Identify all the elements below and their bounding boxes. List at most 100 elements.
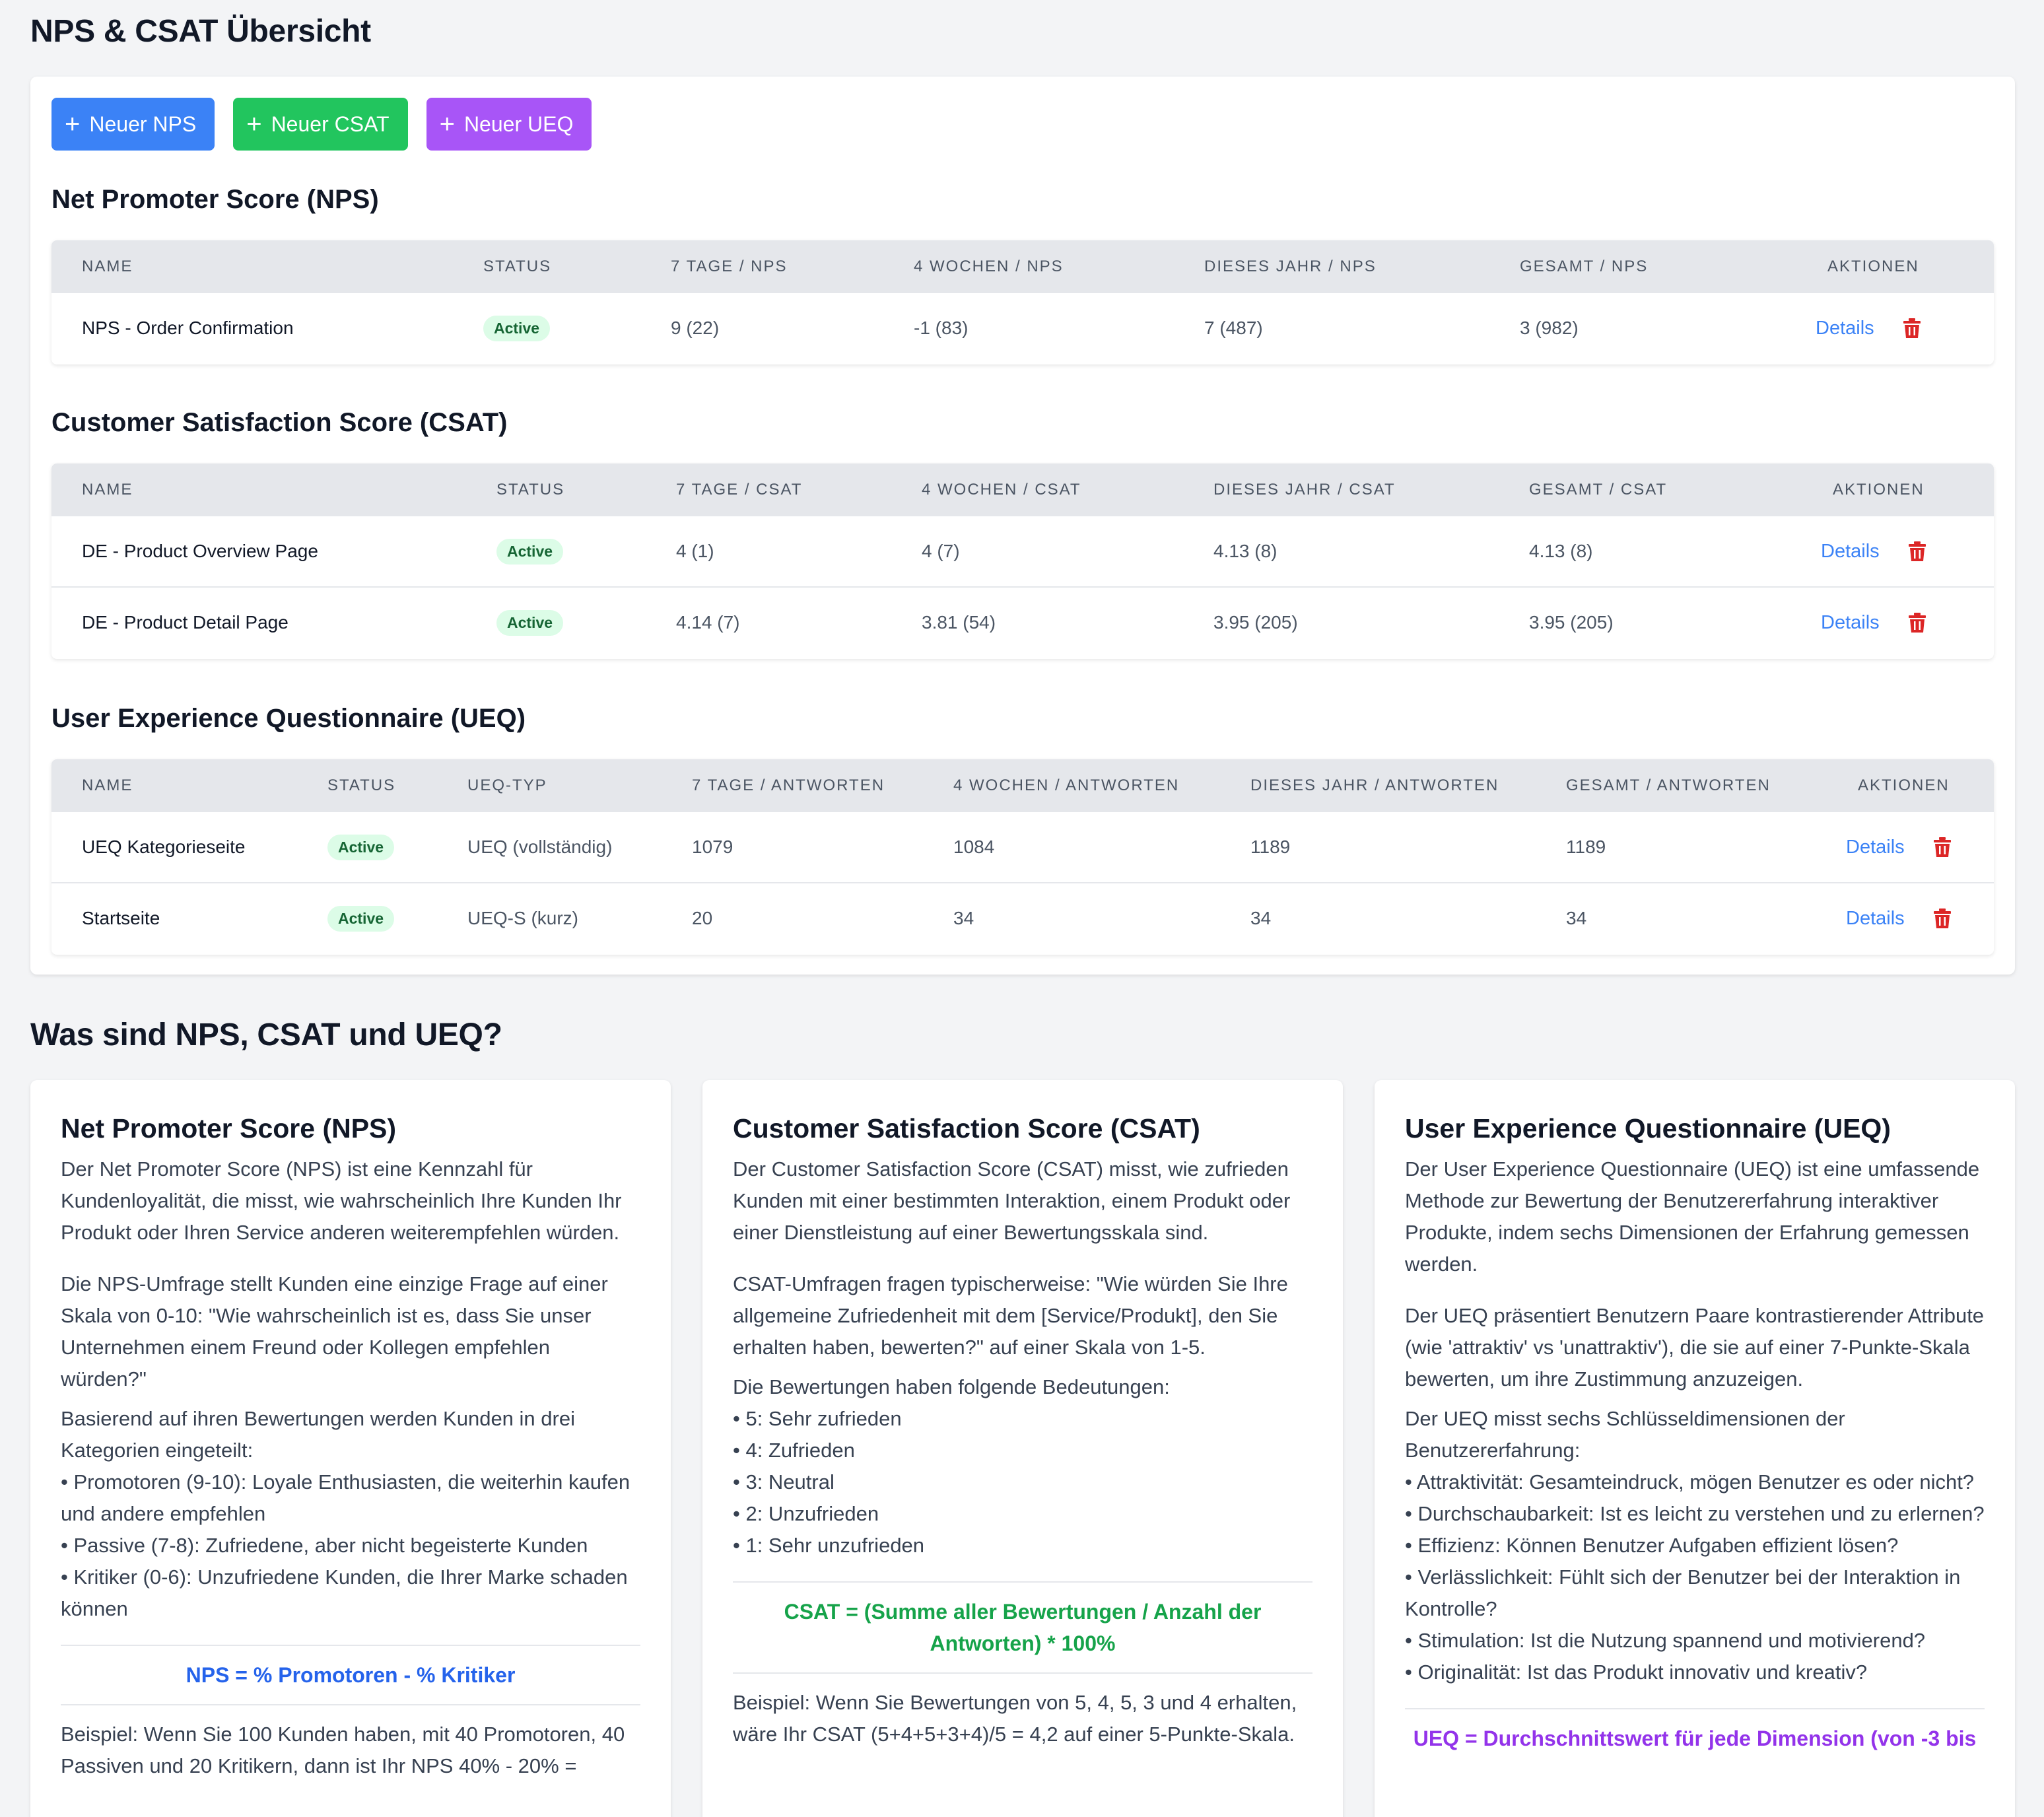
value-4-weeks: 3.81 (54) <box>922 612 996 633</box>
col-ueq-type: UEQ-Typ <box>467 776 547 794</box>
ueq-section-title: User Experience Questionnaire (UEQ) <box>51 704 526 733</box>
col-actions: Aktionen <box>1827 257 1919 275</box>
col-status: Status <box>327 776 396 794</box>
value-total: 4.13 (8) <box>1529 541 1593 561</box>
csat-info-card: Customer Satisfaction Score (CSAT) Der C… <box>702 1080 1343 1817</box>
status-badge: Active <box>327 834 395 860</box>
col-actions: Aktionen <box>1833 481 1925 498</box>
card-paragraph: Der Net Promoter Score (NPS) ist eine Ke… <box>61 1157 622 1244</box>
col-status: Status <box>483 257 552 275</box>
list-item: • 2: Unzufrieden <box>733 1502 879 1525</box>
nps-info-card: Net Promoter Score (NPS) Der Net Promote… <box>30 1080 671 1817</box>
card-title: Net Promoter Score (NPS) <box>61 1113 397 1144</box>
info-section-title: Was sind NPS, CSAT und UEQ? <box>30 1017 502 1052</box>
card-example: Beispiel: Wenn Sie 100 Kunden haben, mit… <box>61 1723 625 1777</box>
value-total: 34 <box>1566 908 1587 928</box>
status-badge: Active <box>327 905 395 932</box>
new-ueq-label: Neuer UEQ <box>463 112 574 136</box>
table-row: Startseite Active UEQ-S (kurz) 20 34 34 … <box>51 882 1994 953</box>
details-link[interactable]: Details <box>1816 318 1874 339</box>
value-total: 1189 <box>1566 837 1606 857</box>
details-link[interactable]: Details <box>1821 541 1880 563</box>
col-this-year: Dieses Jahr / Antworten <box>1250 776 1499 794</box>
list-item: • Stimulation: Ist die Nutzung spannend … <box>1405 1629 1926 1652</box>
value-4-weeks: 4 (7) <box>922 541 960 561</box>
list-item: • Passive (7-8): Zufriedene, aber nicht … <box>61 1534 588 1557</box>
csat-section-title: Customer Satisfaction Score (CSAT) <box>51 408 508 437</box>
col-total: Gesamt / CSAT <box>1529 481 1668 498</box>
action-buttons: + Neuer NPS + Neuer CSAT + Neuer UEQ <box>51 98 592 151</box>
row-name: DE - Product Overview Page <box>82 541 318 561</box>
table-row: DE - Product Overview Page Active 4 (1) … <box>51 516 1994 586</box>
col-4-weeks: 4 Wochen / NPS <box>914 257 1064 275</box>
nps-formula: NPS = % Promotoren - % Kritiker <box>61 1645 640 1705</box>
card-paragraph: Die NPS-Umfrage stellt Kunden eine einzi… <box>61 1272 608 1390</box>
card-paragraph: Der User Experience Questionnaire (UEQ) … <box>1405 1157 1980 1276</box>
details-link[interactable]: Details <box>1846 837 1905 858</box>
trash-icon[interactable] <box>1903 318 1921 339</box>
list-item: • Kritiker (0-6): Unzufriedene Kunden, d… <box>61 1565 628 1620</box>
trash-icon[interactable] <box>1908 541 1926 562</box>
value-this-year: 7 (487) <box>1204 318 1263 338</box>
status-badge: Active <box>496 538 564 565</box>
col-name: Name <box>82 776 133 794</box>
value-7-days: 1079 <box>692 837 733 857</box>
card-paragraph: Der UEQ präsentiert Benutzern Paare kont… <box>1405 1304 1985 1390</box>
table-row: UEQ Kategorieseite Active UEQ (vollständ… <box>51 812 1994 882</box>
col-7-days: 7 Tage / Antworten <box>692 776 885 794</box>
new-csat-label: Neuer CSAT <box>271 112 390 136</box>
trash-icon[interactable] <box>1933 837 1952 858</box>
plus-icon: + <box>65 110 81 139</box>
col-name: Name <box>82 481 133 498</box>
page-title: NPS & CSAT Übersicht <box>30 14 371 49</box>
value-7-days: 4 (1) <box>676 541 714 561</box>
nps-table: Name Status 7 Tage / NPS 4 Wochen / NPS … <box>51 240 1994 364</box>
ueq-table-header: Name Status UEQ-Typ 7 Tage / Antworten 4… <box>51 759 1994 812</box>
col-4-weeks: 4 Wochen / Antworten <box>953 776 1180 794</box>
value-this-year: 1189 <box>1250 837 1291 857</box>
ueq-info-card: User Experience Questionnaire (UEQ) Der … <box>1375 1080 2015 1817</box>
plus-icon: + <box>439 110 455 139</box>
list-item: • 4: Zufrieden <box>733 1439 855 1462</box>
status-badge: Active <box>483 315 551 341</box>
details-link[interactable]: Details <box>1846 908 1905 930</box>
col-4-weeks: 4 Wochen / CSAT <box>922 481 1081 498</box>
list-item: • Originalität: Ist das Produkt innovati… <box>1405 1661 1868 1684</box>
row-name: NPS - Order Confirmation <box>82 318 294 338</box>
trash-icon[interactable] <box>1908 612 1926 633</box>
card-title: User Experience Questionnaire (UEQ) <box>1405 1113 1891 1144</box>
value-7-days: 4.14 (7) <box>676 612 740 633</box>
card-title: Customer Satisfaction Score (CSAT) <box>733 1113 1200 1144</box>
list-item: • Verlässlichkeit: Fühlt sich der Benutz… <box>1405 1565 1961 1620</box>
row-name: UEQ Kategorieseite <box>82 837 246 857</box>
details-link[interactable]: Details <box>1821 612 1880 634</box>
new-csat-button[interactable]: + Neuer CSAT <box>233 98 408 151</box>
value-total: 3 (982) <box>1520 318 1579 338</box>
value-this-year: 3.95 (205) <box>1213 612 1298 633</box>
value-ueq-type: UEQ (vollständig) <box>467 837 613 857</box>
value-7-days: 20 <box>692 908 713 928</box>
csat-table-header: Name Status 7 Tage / CSAT 4 Wochen / CSA… <box>51 463 1994 516</box>
value-4-weeks: -1 (83) <box>914 318 969 338</box>
row-name: DE - Product Detail Page <box>82 612 289 633</box>
list-item: • 5: Sehr zufrieden <box>733 1407 902 1430</box>
col-7-days: 7 Tage / CSAT <box>676 481 803 498</box>
card-paragraph: Der UEQ misst sechs Schlüsseldimensionen… <box>1405 1407 1845 1462</box>
card-example: Beispiel: Wenn Sie Bewertungen von 5, 4,… <box>733 1691 1297 1746</box>
value-4-weeks: 1084 <box>953 837 995 857</box>
ueq-table: Name Status UEQ-Typ 7 Tage / Antworten 4… <box>51 759 1994 955</box>
new-ueq-button[interactable]: + Neuer UEQ <box>426 98 592 151</box>
card-paragraph: Basierend auf ihren Bewertungen werden K… <box>61 1407 575 1462</box>
value-total: 3.95 (205) <box>1529 612 1614 633</box>
value-this-year: 4.13 (8) <box>1213 541 1278 561</box>
list-item: • Promotoren (9-10): Loyale Enthusiasten… <box>61 1470 630 1525</box>
status-badge: Active <box>496 609 564 636</box>
trash-icon[interactable] <box>1933 908 1952 929</box>
card-paragraph: Die Bewertungen haben folgende Bedeutung… <box>733 1375 1170 1398</box>
value-7-days: 9 (22) <box>671 318 720 338</box>
col-this-year: Dieses Jahr / CSAT <box>1213 481 1396 498</box>
ueq-formula: UEQ = Durchschnittswert für jede Dimensi… <box>1405 1708 1985 1767</box>
new-nps-button[interactable]: + Neuer NPS <box>51 98 215 151</box>
value-ueq-type: UEQ-S (kurz) <box>467 908 578 928</box>
row-name: Startseite <box>82 908 160 928</box>
